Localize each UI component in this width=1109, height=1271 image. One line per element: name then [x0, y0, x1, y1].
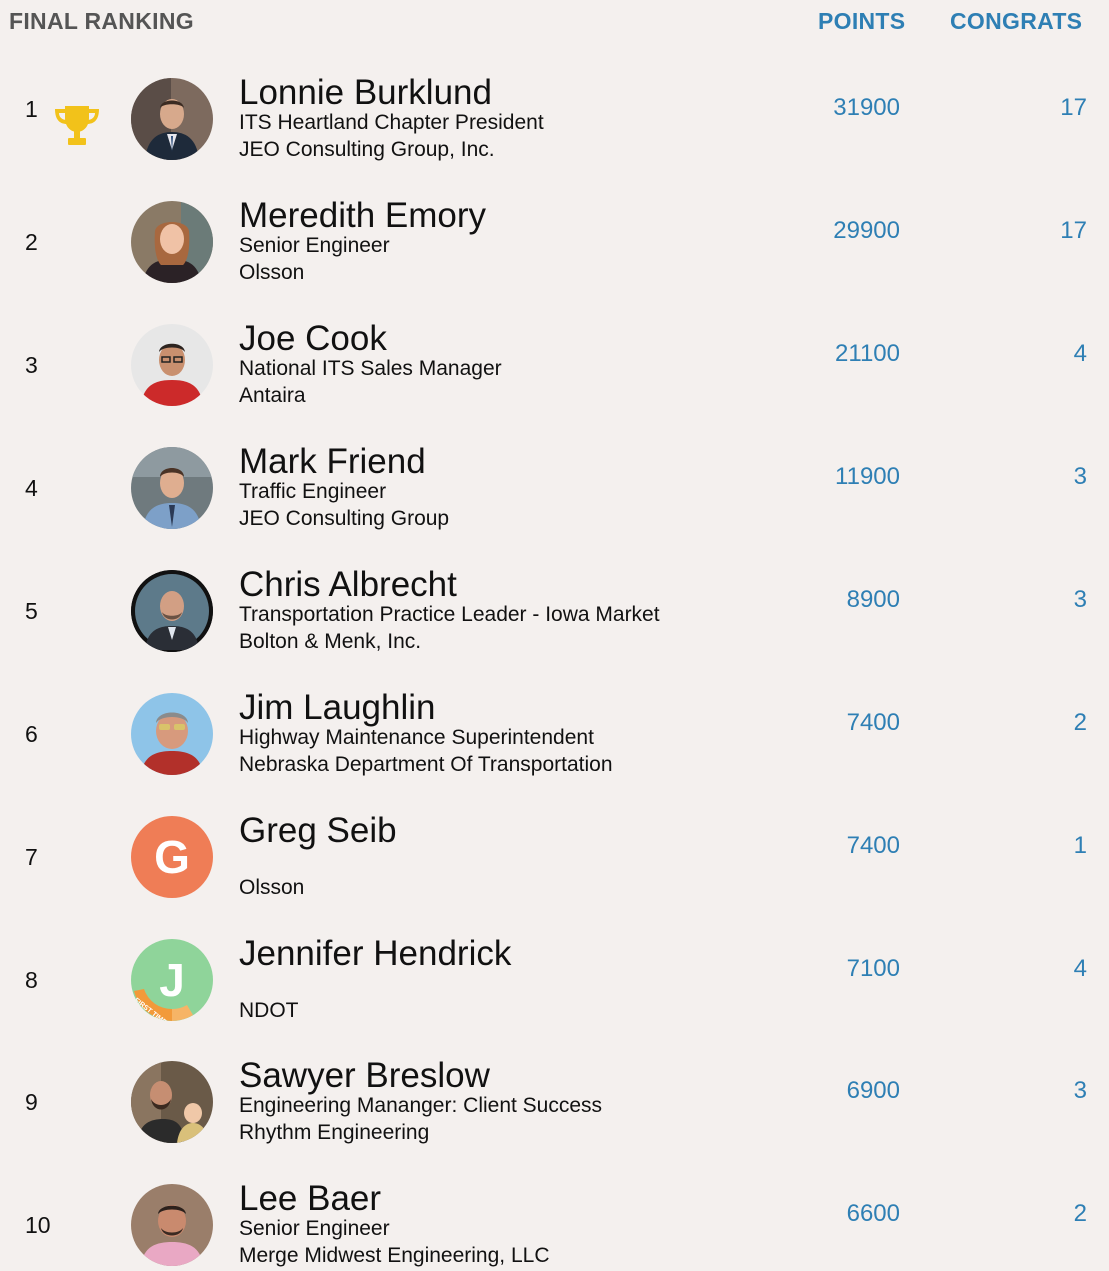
person-name[interactable]: Sawyer Breslow	[239, 1056, 490, 1096]
photo-avatar-icon[interactable]	[131, 693, 213, 775]
ranking-row[interactable]: 2 Meredith Emory Senior Engineer Olsson …	[0, 196, 1109, 324]
photo-avatar-icon[interactable]	[131, 201, 213, 283]
points-value: 21100	[835, 340, 900, 367]
initial-avatar-icon[interactable]: J FIRST TIMER	[131, 939, 213, 1021]
person-name[interactable]: Lee Baer	[239, 1179, 381, 1219]
photo-avatar-icon[interactable]	[131, 1184, 213, 1266]
photo-avatar-icon[interactable]	[131, 324, 213, 406]
person-organization: Nebraska Department Of Transportation	[239, 753, 613, 776]
points-value: 6600	[846, 1200, 900, 1227]
person-title: Senior Engineer	[239, 1217, 390, 1240]
rank-number: 4	[25, 475, 38, 501]
ranking-row[interactable]: 9 Sawyer Breslow Engineering Mananger: C…	[0, 1056, 1109, 1184]
points-value: 29900	[833, 217, 900, 244]
person-organization: Antaira	[239, 384, 306, 407]
person-organization: NDOT	[239, 999, 299, 1022]
person-name[interactable]: Jennifer Hendrick	[239, 934, 511, 974]
congrats-column-header[interactable]: CONGRATS	[950, 8, 1082, 35]
person-title: Transportation Practice Leader - Iowa Ma…	[239, 603, 660, 626]
person-name[interactable]: Chris Albrecht	[239, 565, 457, 605]
points-value: 11900	[835, 463, 900, 490]
person-title: Traffic Engineer	[239, 480, 387, 503]
person-name[interactable]: Jim Laughlin	[239, 688, 436, 728]
rank-number: 3	[25, 352, 38, 378]
points-value: 8900	[846, 586, 900, 613]
congrats-value[interactable]: 3	[1074, 586, 1087, 614]
person-name[interactable]: Greg Seib	[239, 811, 397, 851]
congrats-value[interactable]: 4	[1074, 340, 1087, 368]
points-value: 6900	[846, 1077, 900, 1104]
congrats-value[interactable]: 17	[1060, 217, 1087, 245]
person-organization: Rhythm Engineering	[239, 1121, 430, 1144]
ranking-row[interactable]: 5 Chris Albrecht Transportation Practice…	[0, 565, 1109, 693]
rank-number: 7	[25, 844, 38, 870]
rank-number: 10	[25, 1212, 51, 1238]
photo-avatar-icon[interactable]	[131, 1061, 213, 1143]
points-value: 31900	[833, 94, 900, 121]
person-organization: Merge Midwest Engineering, LLC	[239, 1244, 550, 1267]
ranking-row[interactable]: 8 J FIRST TIMER Jennifer Hendrick NDOT 7…	[0, 934, 1109, 1062]
rank-number: 8	[25, 967, 38, 993]
points-value: 7400	[846, 709, 900, 736]
congrats-value[interactable]: 1	[1074, 832, 1087, 860]
page-title: FINAL RANKING	[9, 8, 194, 34]
rank-number: 2	[25, 229, 38, 255]
congrats-value[interactable]: 17	[1060, 94, 1087, 122]
person-organization: Bolton & Menk, Inc.	[239, 630, 422, 653]
photo-avatar-icon[interactable]	[131, 447, 213, 529]
person-organization: JEO Consulting Group, Inc.	[239, 138, 495, 161]
congrats-value[interactable]: 3	[1074, 1077, 1087, 1105]
person-title: National ITS Sales Manager	[239, 357, 502, 380]
congrats-value[interactable]: 2	[1074, 1200, 1087, 1228]
person-organization: Olsson	[239, 876, 305, 899]
person-title: Senior Engineer	[239, 234, 390, 257]
person-name[interactable]: Mark Friend	[239, 442, 426, 482]
rank-number: 9	[25, 1089, 38, 1115]
person-organization: Olsson	[239, 261, 305, 284]
avatar-initial: G	[154, 831, 190, 883]
trophy-icon	[55, 106, 99, 145]
photo-avatar-icon[interactable]	[131, 78, 213, 160]
rank-number: 6	[25, 721, 38, 747]
ranking-row[interactable]: 6 Jim Laughlin Highway Maintenance Super…	[0, 688, 1109, 816]
photo-avatar-icon[interactable]	[131, 570, 213, 652]
points-column-header[interactable]: POINTS	[818, 8, 905, 35]
person-name[interactable]: Joe Cook	[239, 319, 387, 359]
congrats-value[interactable]: 3	[1074, 463, 1087, 491]
congrats-value[interactable]: 4	[1074, 955, 1087, 983]
ranking-row[interactable]: 3 Joe Cook National ITS Sales Manager An…	[0, 319, 1109, 447]
person-organization: JEO Consulting Group	[239, 507, 450, 530]
ranking-row[interactable]: 4 Mark Friend Traffic Engineer JEO Consu…	[0, 442, 1109, 570]
rank-number: 5	[25, 598, 38, 624]
points-value: 7100	[846, 955, 900, 982]
points-value: 7400	[846, 832, 900, 859]
person-title: Engineering Mananger: Client Success	[239, 1094, 603, 1117]
person-title: ITS Heartland Chapter President	[239, 111, 544, 134]
congrats-value[interactable]: 2	[1074, 709, 1087, 737]
person-name[interactable]: Lonnie Burklund	[239, 73, 492, 113]
initial-avatar-icon[interactable]: G	[131, 816, 213, 898]
person-title: Highway Maintenance Superintendent	[239, 726, 594, 749]
person-name[interactable]: Meredith Emory	[239, 196, 486, 236]
ranking-row[interactable]: 1 Lonnie Burklund ITS Heartland Chapter …	[0, 73, 1109, 201]
rank-number: 1	[25, 96, 38, 122]
ranking-row[interactable]: 10 Lee Baer Senior Engineer Merge Midwes…	[0, 1179, 1109, 1271]
ranking-row[interactable]: 7 G Greg Seib Olsson 7400 1	[0, 811, 1109, 939]
